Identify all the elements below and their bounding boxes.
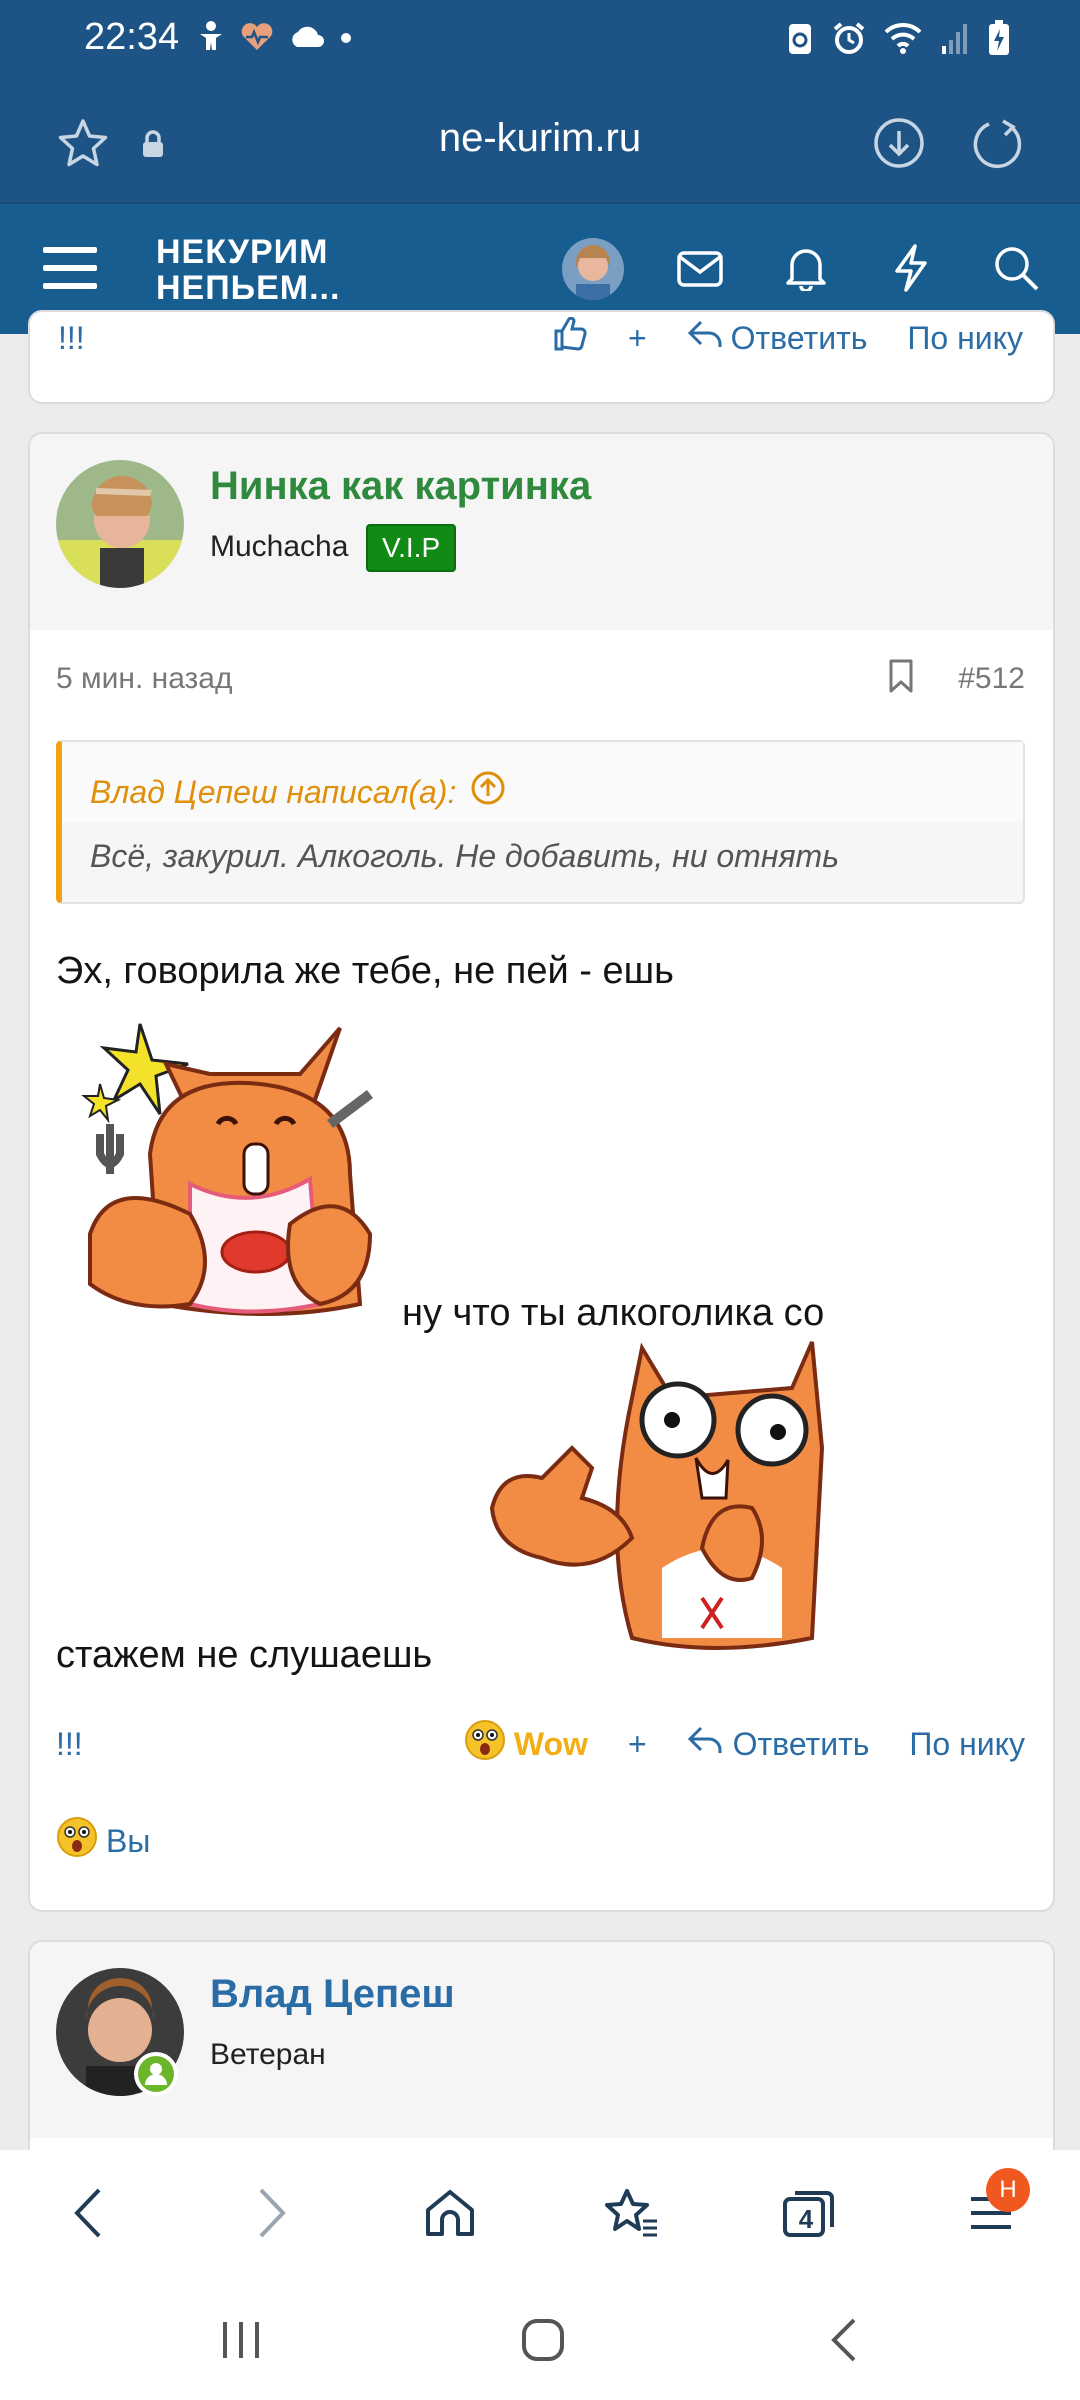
add-reaction-button[interactable]: +: [628, 1726, 647, 1763]
battery-icon: [988, 20, 1010, 61]
post-text-line-1: Эх, говорила же тебе, не пей - ешь: [56, 950, 674, 992]
wow-reaction-button[interactable]: Wow: [464, 1719, 588, 1769]
tabs-count: 4: [798, 2204, 814, 2234]
system-nav-bar: [0, 2278, 1080, 2400]
status-left-icons: [196, 20, 352, 59]
home-button-icon[interactable]: [508, 2308, 578, 2372]
dot-icon: [340, 31, 352, 49]
search-icon[interactable]: [990, 242, 1042, 294]
add-reaction-button[interactable]: +: [628, 320, 647, 357]
status-time: 22:34: [84, 16, 180, 58]
eco-battery-icon: [786, 20, 814, 61]
quote-text: Всё, закурил. Алкоголь. Не добавить, ни …: [90, 838, 840, 874]
bell-icon[interactable]: [780, 240, 832, 294]
reload-icon[interactable]: [968, 116, 1024, 172]
reply-icon: [687, 319, 723, 357]
bookmarks-icon[interactable]: [600, 2180, 662, 2246]
post-text-line-2: ну что ты алкоголика со: [402, 1292, 825, 1334]
reaction-link[interactable]: !!!: [56, 1726, 83, 1763]
menu-notification-badge: H: [986, 2168, 1030, 2212]
author-avatar[interactable]: [56, 460, 184, 588]
wow-label: Wow: [513, 1725, 588, 1762]
arrow-up-circle-icon[interactable]: [470, 770, 506, 814]
recent-apps-icon[interactable]: [206, 2312, 276, 2368]
browser-address-bar: ne-kurim.ru: [0, 78, 1080, 202]
whats-new-lightning-icon[interactable]: [886, 240, 936, 296]
post-meta: 5 мин. назад #512: [56, 659, 1025, 696]
reply-label: Ответить: [732, 1725, 870, 1762]
sticker-shocked-cat: [482, 1338, 842, 1668]
status-bar: 22:34: [0, 0, 1080, 78]
wifi-icon: [884, 22, 922, 59]
post-user-panel: Нинка как картинка Muchacha V.I.P: [30, 434, 1053, 630]
vip-badge: V.I.P: [366, 524, 457, 572]
post-time[interactable]: 5 мин. назад: [56, 662, 233, 695]
post-number[interactable]: #512: [958, 662, 1025, 696]
bookmark-icon[interactable]: [887, 658, 915, 702]
forward-icon[interactable]: [244, 2180, 300, 2246]
reaction-link[interactable]: !!!: [58, 320, 85, 357]
accessibility-icon: [196, 20, 226, 59]
logo-line-1: НЕКУРИМ: [156, 233, 329, 271]
author-name[interactable]: Влад Цепеш: [210, 1972, 455, 2017]
by-nick-button[interactable]: По нику: [907, 320, 1023, 357]
reactions-summary[interactable]: Вы: [56, 1816, 150, 1866]
post-512: Нинка как картинка Muchacha V.I.P 5 мин.…: [28, 432, 1055, 1912]
logo-line-2: НЕПЬЕМ...: [156, 269, 341, 307]
author-name[interactable]: Нинка как картинка: [210, 464, 591, 509]
sticker-eating-cat: [70, 1004, 380, 1344]
by-nick-button[interactable]: По нику: [909, 1726, 1025, 1763]
like-icon[interactable]: [552, 316, 588, 359]
reply-button[interactable]: Ответить: [687, 1725, 870, 1763]
reply-icon: [687, 1725, 723, 1763]
post-text-line-3: стажем не слушаешь: [56, 1634, 433, 1676]
system-back-icon[interactable]: [812, 2310, 874, 2370]
reply-button[interactable]: Ответить: [687, 319, 868, 357]
online-status-icon: [134, 2052, 178, 2096]
post-user-panel: Влад Цепеш Ветеран: [30, 1942, 1053, 2138]
back-icon[interactable]: [60, 2180, 116, 2246]
quote-block: Влад Цепеш написал(а): Всё, закурил. Алк…: [56, 740, 1025, 904]
health-icon: [240, 22, 274, 57]
site-logo[interactable]: НЕКУРИМ НЕПЬЕМ...: [156, 234, 340, 306]
user-title: Muchacha: [210, 530, 349, 563]
quote-author: Влад Цепеш написал(а):: [90, 773, 457, 810]
download-icon[interactable]: [872, 116, 926, 170]
cloud-icon: [288, 25, 326, 54]
alarm-icon: [832, 21, 866, 60]
previous-post: !!! + Ответить По нику: [28, 310, 1055, 404]
wow-emoji-icon: [56, 1816, 98, 1866]
previous-post-actions: !!! + Ответить По нику: [58, 316, 1023, 359]
user-title: Ветеран: [210, 2038, 326, 2071]
post-actions: !!! Wow + Ответить По нику: [56, 1716, 1025, 1772]
wow-emoji-icon: [464, 1719, 506, 1769]
reply-label: Ответить: [730, 319, 868, 356]
hamburger-menu-icon[interactable]: [40, 240, 100, 296]
reacted-by-label: Вы: [106, 1822, 151, 1859]
inbox-icon[interactable]: [674, 244, 726, 294]
signal-icon: [940, 22, 970, 59]
quote-header[interactable]: Влад Цепеш написал(а):: [62, 742, 1023, 822]
status-right-icons: [786, 20, 1010, 61]
user-avatar[interactable]: [562, 238, 624, 300]
tabs-icon[interactable]: 4: [778, 2180, 840, 2246]
home-icon[interactable]: [420, 2180, 480, 2246]
browser-bottom-nav: 4 H: [0, 2150, 1080, 2278]
